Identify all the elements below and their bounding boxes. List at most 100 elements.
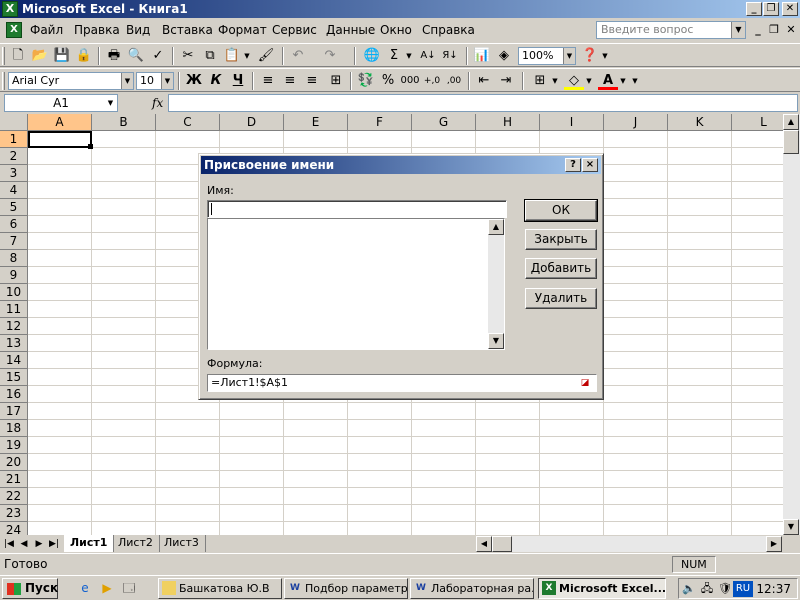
column-header-h[interactable]: H [476, 114, 540, 131]
row-header-17[interactable]: 17 [0, 403, 28, 420]
row-header-4[interactable]: 4 [0, 182, 28, 199]
thousands-button[interactable]: 000 [400, 72, 420, 90]
align-right-icon[interactable]: ≡ [302, 72, 322, 90]
chevron-down-icon[interactable]: ▼ [121, 73, 133, 89]
decrease-decimal-icon[interactable]: ,00 [444, 72, 464, 90]
task-word-2[interactable]: W Лабораторная ра... [410, 578, 534, 599]
increase-indent-icon[interactable]: ⇥ [496, 72, 516, 90]
column-header-e[interactable]: E [284, 114, 348, 131]
refers-to-input[interactable]: =Лист1!$A$1 ◪ [207, 374, 597, 392]
sort-descending-icon[interactable]: Я↓ [440, 47, 460, 65]
spelling-icon[interactable]: ✓ [148, 47, 168, 65]
paste-icon[interactable]: 📋 [222, 47, 242, 65]
toolbar-options-icon[interactable]: ▼ [630, 72, 640, 90]
menu-window[interactable]: Окно [378, 22, 414, 38]
row-header-24[interactable]: 24 [0, 522, 28, 535]
names-list[interactable]: ▲ ▼ [207, 218, 505, 350]
ok-button[interactable]: ОК [524, 199, 598, 222]
excel-app-icon[interactable]: X [2, 1, 18, 17]
sort-ascending-icon[interactable]: А↓ [418, 47, 438, 65]
chevron-down-icon[interactable]: ▼ [242, 47, 252, 65]
column-header-j[interactable]: J [604, 114, 668, 131]
scroll-left-icon[interactable]: ◀ [476, 536, 492, 552]
help-question-input[interactable]: Введите вопрос ▼ [596, 21, 746, 39]
task-word-1[interactable]: W Подбор параметр... [284, 578, 408, 599]
workbook-icon[interactable]: X [6, 22, 22, 38]
minimize-button[interactable]: _ [746, 2, 762, 16]
insert-function-button[interactable]: fx [152, 96, 163, 110]
currency-icon[interactable]: 💱 [356, 72, 376, 90]
bold-button[interactable]: Ж [184, 72, 204, 90]
row-header-22[interactable]: 22 [0, 488, 28, 505]
first-sheet-icon[interactable]: |◀ [3, 537, 15, 551]
italic-button[interactable]: К [206, 72, 226, 90]
row-header-3[interactable]: 3 [0, 165, 28, 182]
autosum-icon[interactable]: Σ [384, 47, 404, 65]
font-select[interactable]: Arial Cyr ▼ [8, 72, 134, 90]
row-header-14[interactable]: 14 [0, 352, 28, 369]
row-header-12[interactable]: 12 [0, 318, 28, 335]
row-header-5[interactable]: 5 [0, 199, 28, 216]
name-box[interactable]: A1 ▼ [4, 94, 118, 112]
row-header-20[interactable]: 20 [0, 454, 28, 471]
next-sheet-icon[interactable]: ▶ [33, 537, 45, 551]
row-header-19[interactable]: 19 [0, 437, 28, 454]
cut-icon[interactable]: ✂ [178, 47, 198, 65]
horizontal-scrollbar[interactable]: ◀ ▶ [476, 536, 782, 552]
row-header-10[interactable]: 10 [0, 284, 28, 301]
column-header-g[interactable]: G [412, 114, 476, 131]
toolbar-grip[interactable] [2, 72, 5, 90]
prev-sheet-icon[interactable]: ◀ [18, 537, 30, 551]
decrease-indent-icon[interactable]: ⇤ [474, 72, 494, 90]
scroll-up-icon[interactable]: ▲ [488, 219, 504, 235]
dialog-close-button[interactable]: × [582, 158, 598, 172]
font-color-icon[interactable]: A [598, 72, 618, 90]
new-document-icon[interactable]: 🗋 [8, 47, 28, 65]
names-list-scrollbar[interactable]: ▲ ▼ [488, 219, 504, 349]
redo-icon[interactable]: ↷ [320, 47, 340, 65]
fill-handle[interactable] [88, 144, 93, 149]
menu-format[interactable]: Формат [216, 22, 269, 38]
doc-minimize-button[interactable]: _ [750, 22, 766, 38]
open-folder-icon[interactable]: 📂 [30, 47, 50, 65]
volume-icon[interactable]: 🔈 [681, 581, 697, 597]
save-icon[interactable]: 💾 [52, 47, 72, 65]
formula-input[interactable] [168, 94, 798, 112]
scroll-right-icon[interactable]: ▶ [766, 536, 782, 552]
column-header-a[interactable]: A [28, 114, 92, 131]
hscroll-thumb[interactable] [492, 536, 512, 552]
network-icon[interactable]: 🖧 [699, 581, 715, 597]
menu-tools[interactable]: Сервис [270, 22, 319, 38]
chevron-down-icon[interactable]: ▼ [550, 72, 560, 90]
chart-wizard-icon[interactable]: 📊 [472, 47, 492, 65]
last-sheet-icon[interactable]: ▶| [48, 537, 60, 551]
scroll-thumb[interactable] [783, 130, 799, 154]
add-button[interactable]: Добавить [525, 258, 597, 279]
undo-icon[interactable]: ↶ [288, 47, 308, 65]
select-all-corner[interactable] [0, 114, 28, 131]
column-header-k[interactable]: K [668, 114, 732, 131]
name-input[interactable] [207, 200, 507, 218]
row-header-6[interactable]: 6 [0, 216, 28, 233]
help-icon[interactable]: ❓ [580, 47, 600, 65]
hyperlink-icon[interactable]: 🌐 [362, 47, 382, 65]
window-titlebar[interactable]: X Microsoft Excel - Книга1 _ ❐ ✕ [0, 0, 800, 18]
doc-restore-button[interactable]: ❐ [766, 22, 782, 38]
merge-center-icon[interactable]: ⊞ [326, 72, 346, 90]
scroll-down-icon[interactable]: ▼ [783, 519, 799, 535]
delete-button[interactable]: Удалить [525, 288, 597, 309]
row-header-11[interactable]: 11 [0, 301, 28, 318]
task-excel[interactable]: X Microsoft Excel... [538, 578, 666, 599]
row-header-2[interactable]: 2 [0, 148, 28, 165]
menu-view[interactable]: Вид [124, 22, 152, 38]
column-header-f[interactable]: F [348, 114, 412, 131]
task-folder[interactable]: Башкатова Ю.В [158, 578, 282, 599]
chevron-down-icon[interactable]: ▼ [618, 72, 628, 90]
drawing-icon[interactable]: ◈ [494, 47, 514, 65]
toolbar-grip[interactable] [2, 47, 5, 65]
font-size-select[interactable]: 10 ▼ [136, 72, 174, 90]
menu-edit[interactable]: Правка [72, 22, 122, 38]
column-header-c[interactable]: C [156, 114, 220, 131]
collapse-dialog-icon[interactable]: ◪ [577, 376, 593, 390]
internet-explorer-icon[interactable]: e [76, 580, 94, 597]
